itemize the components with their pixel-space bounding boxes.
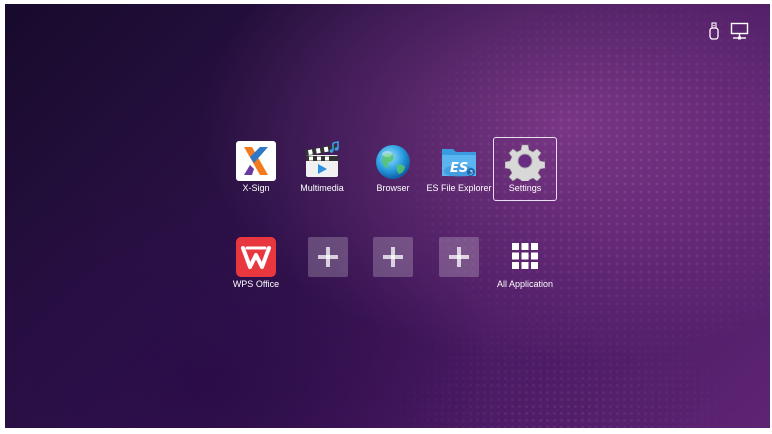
wps-office-icon: [236, 237, 276, 277]
add-icon: [439, 237, 479, 277]
grid-icon: [505, 237, 545, 277]
app-multimedia[interactable]: Multimedia: [290, 137, 354, 201]
svg-text:3: 3: [469, 170, 473, 177]
x-sign-icon: [236, 141, 276, 181]
add-icon: [373, 237, 413, 277]
home-screen: X-Sign Multimedia Browser ES 3 ES File E…: [5, 4, 770, 428]
app-wps-office[interactable]: WPS Office: [224, 233, 288, 297]
background-pattern-bottom: [5, 4, 770, 428]
add-app-slot[interactable]: [361, 233, 425, 297]
app-label: Settings: [508, 183, 542, 193]
settings-icon: [504, 141, 546, 186]
usb-icon[interactable]: [709, 22, 719, 45]
multimedia-icon: [302, 141, 342, 181]
add-app-slot[interactable]: [296, 233, 360, 297]
svg-text:ES: ES: [450, 161, 468, 176]
app-label: All Application: [496, 279, 554, 289]
network-icon[interactable]: [730, 22, 750, 45]
app-settings[interactable]: Settings: [493, 137, 557, 201]
es-file-explorer-icon: ES 3: [439, 141, 479, 181]
app-all-application[interactable]: All Application: [493, 233, 557, 297]
app-label: WPS Office: [232, 279, 280, 289]
browser-icon: [373, 141, 413, 181]
add-icon: [308, 237, 348, 277]
